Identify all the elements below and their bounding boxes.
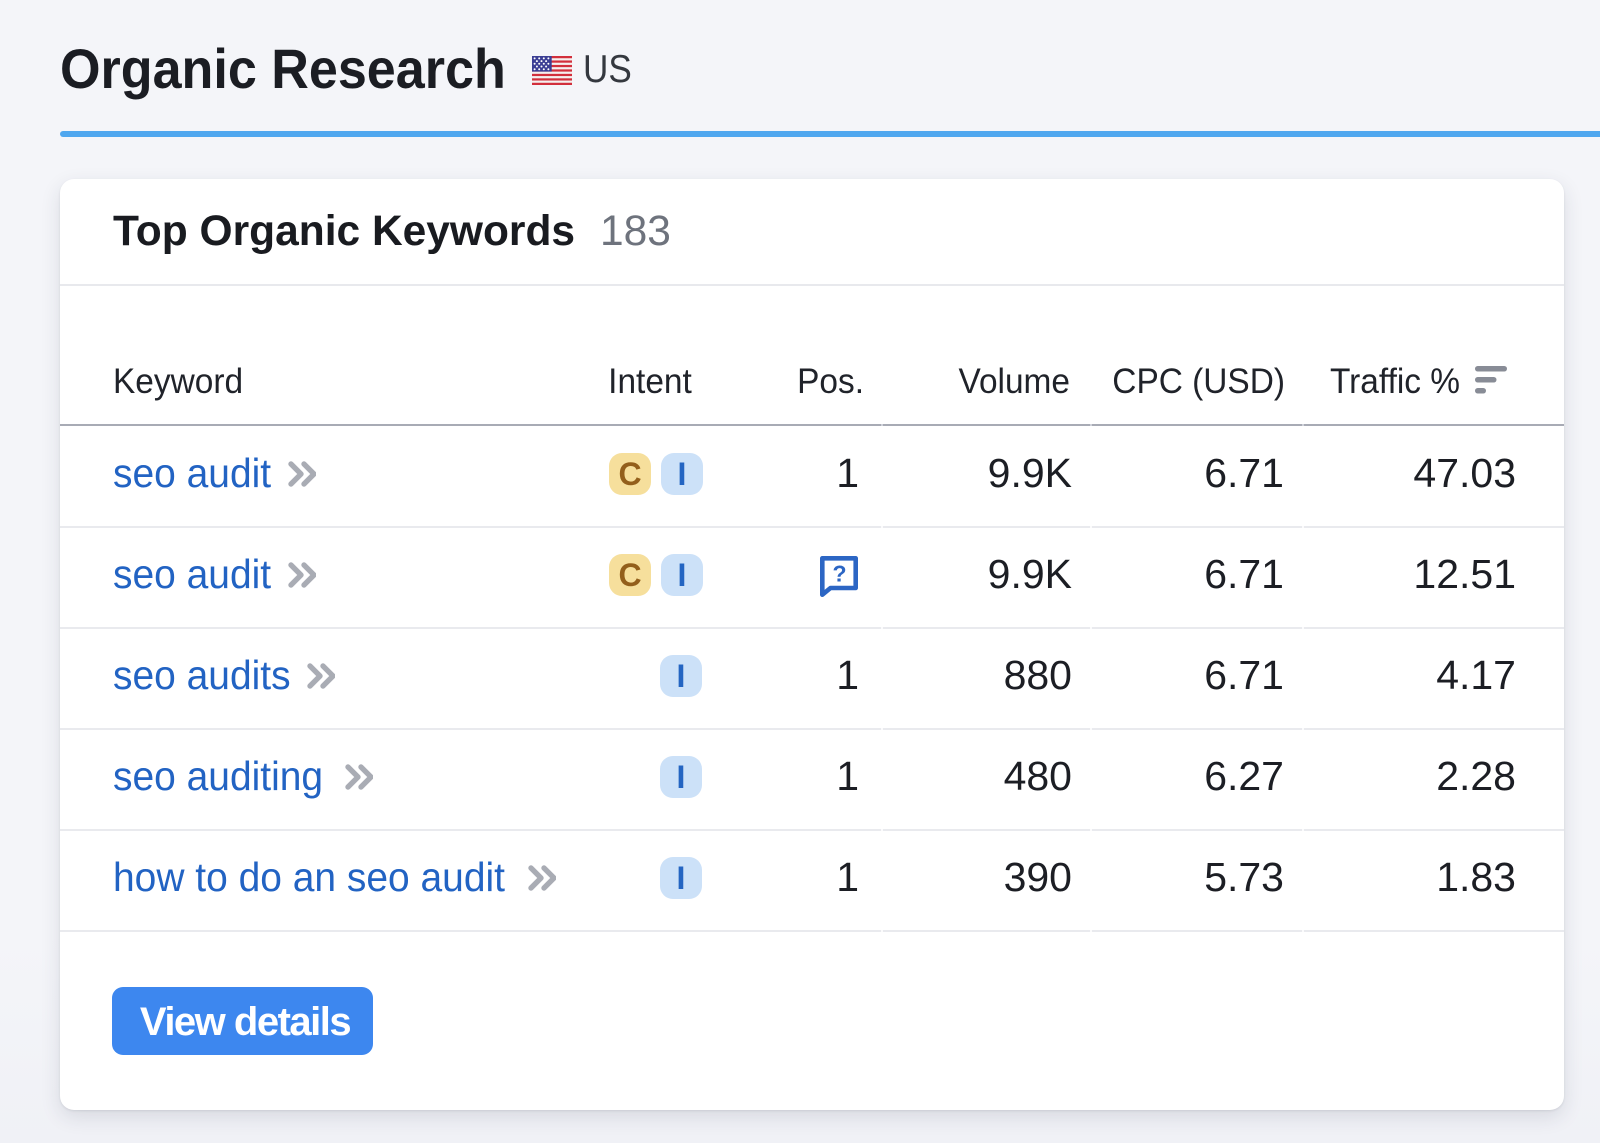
svg-text:?: ?	[832, 561, 846, 587]
